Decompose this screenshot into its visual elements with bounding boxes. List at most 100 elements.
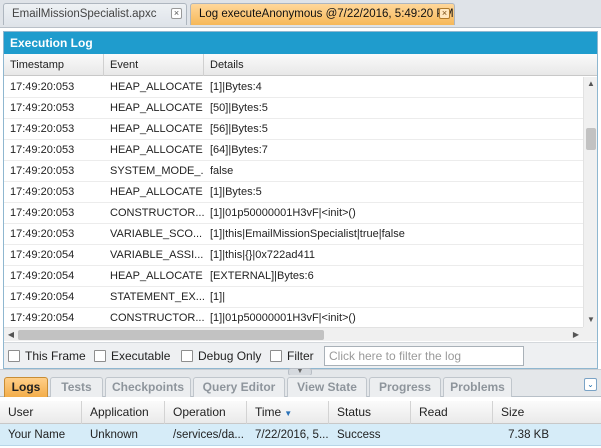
- table-row[interactable]: 17:49:20:054 STATEMENT_EX... [1]|: [4, 287, 583, 308]
- scroll-right-arrow-icon[interactable]: ▶: [569, 328, 583, 342]
- details-cell: [1]|01p50000001H3vF|<init>(): [210, 207, 356, 219]
- checkbox-box[interactable]: [181, 350, 193, 362]
- event-cell: SYSTEM_MODE_...: [110, 165, 204, 177]
- event-cell: CONSTRUCTOR...: [110, 207, 204, 219]
- debug-only-label: Debug Only: [198, 349, 262, 363]
- table-row[interactable]: 17:49:20:054 CONSTRUCTOR... [1]|01p50000…: [4, 308, 583, 327]
- execution-log-header: Timestamp Event Details: [4, 54, 597, 76]
- details-cell: [1]|: [210, 291, 226, 303]
- tab-checkpoints[interactable]: Checkpoints: [105, 377, 191, 397]
- event-cell: HEAP_ALLOCATE: [110, 144, 203, 156]
- tab-query-editor[interactable]: Query Editor: [193, 377, 285, 397]
- scroll-down-arrow-icon[interactable]: ▼: [584, 313, 598, 327]
- tab-tests[interactable]: Tests: [50, 377, 103, 397]
- timestamp-cell: 17:49:20:054: [10, 312, 75, 324]
- close-icon[interactable]: ×: [439, 8, 450, 19]
- details-cell: false: [210, 165, 234, 177]
- details-cell: [1]|this|{}|0x722ad411: [210, 249, 316, 261]
- details-cell: [64]|Bytes:7: [210, 144, 268, 156]
- column-header-size[interactable]: Size: [493, 401, 601, 424]
- execution-log-panel: Execution Log Timestamp Event Details 17…: [3, 31, 598, 369]
- file-tab-log-execute-anonymous[interactable]: Log executeAnonymous @7/22/2016, 5:49:20…: [190, 3, 455, 25]
- timestamp-cell: 17:49:20:053: [10, 165, 75, 177]
- column-header-operation[interactable]: Operation: [165, 401, 247, 424]
- application-cell: Unknown: [90, 429, 138, 441]
- event-cell: STATEMENT_EX...: [110, 291, 204, 303]
- timestamp-cell: 17:49:20:054: [10, 270, 75, 282]
- tab-progress[interactable]: Progress: [369, 377, 441, 397]
- sort-descending-icon: ▼: [284, 409, 293, 418]
- close-icon[interactable]: ×: [171, 8, 182, 19]
- table-row[interactable]: 17:49:20:053 HEAP_ALLOCATE [1]|Bytes:5: [4, 182, 583, 203]
- file-tab-bar: EmailMissionSpecialist.apxc × Log execut…: [0, 0, 601, 28]
- collapse-panel-icon[interactable]: ⌄: [584, 378, 597, 391]
- debug-only-checkbox[interactable]: Debug Only: [181, 349, 261, 363]
- checkbox-box[interactable]: [94, 350, 106, 362]
- scroll-up-arrow-icon[interactable]: ▲: [584, 77, 598, 91]
- logs-table-header: User Application Operation Time ▼ Status …: [0, 401, 601, 424]
- tab-logs[interactable]: Logs: [4, 377, 48, 397]
- column-header-status[interactable]: Status: [329, 401, 411, 424]
- details-cell: [50]|Bytes:5: [210, 102, 268, 114]
- event-cell: HEAP_ALLOCATE: [110, 81, 203, 93]
- executable-label: Executable: [111, 349, 171, 363]
- event-cell: HEAP_ALLOCATE: [110, 102, 203, 114]
- operation-cell: /services/da...: [173, 429, 244, 441]
- size-cell: 7.38 KB: [508, 429, 549, 441]
- horizontal-scrollbar[interactable]: ◀ ▶: [4, 327, 583, 341]
- horizontal-scroll-thumb[interactable]: [18, 330, 324, 340]
- details-cell: [1]|01p50000001H3vF|<init>(): [210, 312, 356, 324]
- scroll-left-arrow-icon[interactable]: ◀: [4, 328, 18, 342]
- event-cell: VARIABLE_ASSI...: [110, 249, 204, 261]
- table-row[interactable]: 17:49:20:053 CONSTRUCTOR... [1]|01p50000…: [4, 203, 583, 224]
- timestamp-cell: 17:49:20:053: [10, 123, 75, 135]
- filter-checkbox[interactable]: Filter: [270, 349, 314, 363]
- tab-view-state[interactable]: View State: [287, 377, 367, 397]
- details-cell: [56]|Bytes:5: [210, 123, 268, 135]
- event-cell: VARIABLE_SCO...: [110, 228, 203, 240]
- column-header-read[interactable]: Read: [411, 401, 493, 424]
- user-cell: Your Name: [8, 429, 66, 441]
- details-cell: [1]|this|EmailMissionSpecialist|true|fal…: [210, 228, 405, 240]
- table-row[interactable]: 17:49:20:053 HEAP_ALLOCATE [1]|Bytes:4: [4, 77, 583, 98]
- scrollbar-corner: [583, 327, 597, 341]
- table-row[interactable]: 17:49:20:053 HEAP_ALLOCATE [50]|Bytes:5: [4, 98, 583, 119]
- table-row[interactable]: 17:49:20:053 HEAP_ALLOCATE [64]|Bytes:7: [4, 140, 583, 161]
- table-row[interactable]: 17:49:20:053 HEAP_ALLOCATE [56]|Bytes:5: [4, 119, 583, 140]
- timestamp-cell: 17:49:20:053: [10, 186, 75, 198]
- this-frame-checkbox[interactable]: This Frame: [8, 349, 86, 363]
- time-cell: 7/22/2016, 5...: [255, 429, 329, 441]
- column-header-details[interactable]: Details: [204, 54, 597, 76]
- table-row[interactable]: 17:49:20:054 VARIABLE_ASSI... [1]|this|{…: [4, 245, 583, 266]
- file-tab-label: Log executeAnonymous @7/22/2016, 5:49:20…: [199, 8, 454, 20]
- table-row[interactable]: Your Name Unknown /services/da... 7/22/2…: [0, 424, 601, 446]
- table-row[interactable]: 17:49:20:054 HEAP_ALLOCATE [EXTERNAL]|By…: [4, 266, 583, 287]
- bottom-tab-bar: Logs Tests Checkpoints Query Editor View…: [0, 375, 601, 397]
- column-header-user[interactable]: User: [0, 401, 82, 424]
- timestamp-cell: 17:49:20:053: [10, 207, 75, 219]
- checkbox-box[interactable]: [270, 350, 282, 362]
- tab-problems[interactable]: Problems: [443, 377, 512, 397]
- file-tab-emailmissionspecialist[interactable]: EmailMissionSpecialist.apxc ×: [3, 3, 187, 25]
- filter-label: Filter: [287, 349, 314, 363]
- column-header-time-label: Time: [255, 405, 282, 419]
- details-cell: [1]|Bytes:5: [210, 186, 262, 198]
- vertical-scroll-thumb[interactable]: [586, 128, 596, 150]
- details-cell: [EXTERNAL]|Bytes:6: [210, 270, 314, 282]
- timestamp-cell: 17:49:20:053: [10, 81, 75, 93]
- execution-log-rows: 17:49:20:053 HEAP_ALLOCATE [1]|Bytes:4 1…: [4, 77, 583, 327]
- checkbox-box[interactable]: [8, 350, 20, 362]
- executable-checkbox[interactable]: Executable: [94, 349, 170, 363]
- this-frame-label: This Frame: [25, 349, 86, 363]
- vertical-scrollbar[interactable]: ▲ ▼: [583, 77, 597, 327]
- column-header-application[interactable]: Application: [82, 401, 165, 424]
- timestamp-cell: 17:49:20:053: [10, 144, 75, 156]
- column-header-time[interactable]: Time ▼: [247, 401, 329, 424]
- event-cell: HEAP_ALLOCATE: [110, 186, 203, 198]
- table-row[interactable]: 17:49:20:053 SYSTEM_MODE_... false: [4, 161, 583, 182]
- column-header-timestamp[interactable]: Timestamp: [4, 54, 104, 76]
- filter-log-input[interactable]: [324, 346, 524, 366]
- event-cell: HEAP_ALLOCATE: [110, 270, 203, 282]
- table-row[interactable]: 17:49:20:053 VARIABLE_SCO... [1]|this|Em…: [4, 224, 583, 245]
- column-header-event[interactable]: Event: [104, 54, 204, 76]
